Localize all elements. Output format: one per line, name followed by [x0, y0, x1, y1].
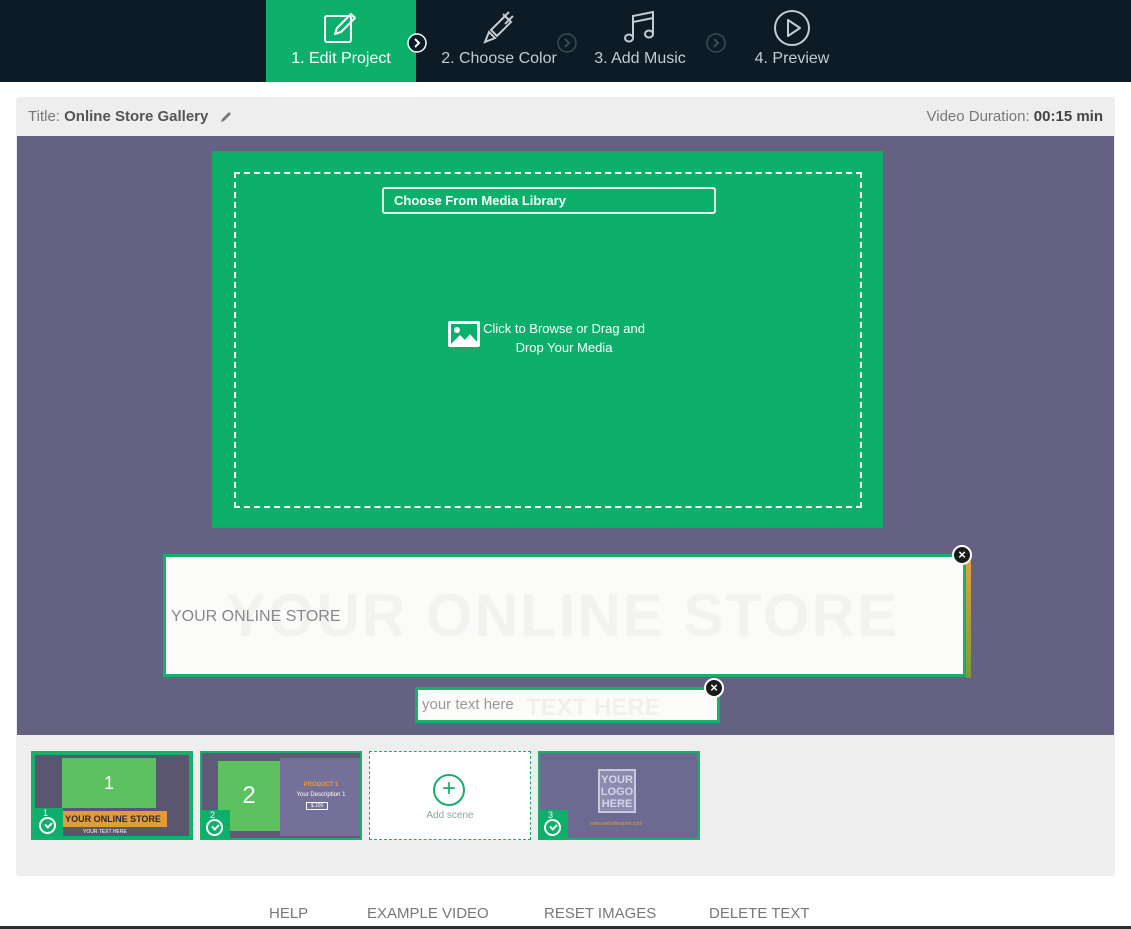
edit-icon — [324, 13, 356, 43]
add-scene-label: Add scene — [426, 810, 474, 821]
step-navigation: 1. Edit Project 2. Choose Color 3. Add M… — [0, 0, 1131, 82]
project-title[interactable]: Title: Online Store Gallery — [28, 108, 233, 125]
music-icon — [624, 10, 654, 43]
add-scene-button[interactable]: + Add scene — [369, 751, 531, 840]
image-icon — [448, 321, 480, 347]
product-price: $.100 — [306, 802, 328, 810]
step-preview[interactable]: 4. Preview — [730, 0, 854, 82]
step-choose-color[interactable]: 2. Choose Color — [420, 0, 578, 82]
scene-badge: 2 — [202, 810, 230, 838]
video-duration: Video Duration: 00:15 min — [927, 108, 1104, 125]
check-icon — [206, 819, 223, 836]
subtitle-text-value: your text here — [422, 696, 514, 713]
pencil-icon[interactable] — [219, 110, 233, 124]
media-drop-zone[interactable]: Choose From Media Library Click to Brows… — [212, 151, 883, 528]
play-icon — [774, 10, 810, 46]
step-label: 4. Preview — [754, 50, 830, 67]
chevron-right-icon — [557, 33, 577, 53]
panel-header: Title: Online Store Gallery Video Durati… — [16, 97, 1115, 136]
title-text-value: YOUR ONLINE STORE — [171, 608, 341, 625]
scene-thumbnail-3[interactable]: YOUR LOGO HERE www.websitename.com 3 — [538, 751, 700, 840]
close-icon[interactable]: × — [952, 545, 972, 565]
website-url: www.websitename.com — [590, 821, 643, 827]
scene-badge: 1 — [35, 808, 63, 836]
example-video-link[interactable]: EXAMPLE VIDEO — [367, 905, 489, 922]
subtitle-text-field[interactable]: TEXT HERE your text here — [415, 687, 720, 723]
help-link[interactable]: HELP — [269, 905, 308, 922]
scene-badge: 3 — [540, 810, 568, 838]
duration-value: 00:15 min — [1033, 108, 1103, 125]
step-label: 1. Edit Project — [291, 50, 391, 67]
product-name: PRODUCT 1 — [303, 782, 339, 788]
title-value: Online Store Gallery — [64, 108, 209, 125]
check-icon — [544, 819, 561, 836]
scene-stage: Choose From Media Library Click to Brows… — [17, 136, 1114, 735]
close-icon[interactable]: × — [704, 678, 724, 698]
logo-placeholder: YOUR LOGO HERE — [598, 769, 636, 813]
title-text-field[interactable]: YOUR ONLINE STORE YOUR ONLINE STORE — [163, 554, 971, 678]
reset-images-link[interactable]: RESET IMAGES — [544, 905, 656, 922]
product-card: PRODUCT 1 Your Description 1 $.100 — [280, 758, 360, 836]
choose-media-library-button[interactable]: Choose From Media Library — [382, 187, 716, 214]
drop-instructions: Click to Browse or Drag and Drop Your Me… — [483, 321, 645, 355]
check-icon — [39, 817, 56, 834]
title-label: Title: — [28, 108, 60, 125]
step-label: 3. Add Music — [594, 50, 686, 67]
product-description: Your Description 1 — [296, 792, 346, 798]
scene-media-block: 1 — [62, 758, 156, 808]
plus-icon: + — [433, 774, 465, 806]
step-label: 2. Choose Color — [441, 50, 557, 67]
brush-icon — [483, 11, 514, 44]
scene-subtext: YOUR TEXT HERE — [83, 829, 127, 835]
delete-text-link[interactable]: DELETE TEXT — [709, 905, 810, 922]
step-edit-project[interactable]: 1. Edit Project — [266, 0, 416, 82]
scene-thumbnail-1[interactable]: 1 YOUR ONLINE STORE YOUR TEXT HERE 1 — [31, 751, 193, 840]
duration-label: Video Duration: — [926, 108, 1030, 125]
step-add-music[interactable]: 3. Add Music — [580, 0, 700, 82]
color-stripe — [966, 561, 971, 678]
subtitle-text-preview: TEXT HERE — [526, 694, 661, 721]
scene-thumbnail-2[interactable]: PRODUCT 1 Your Description 1 $.100 2 2 — [200, 751, 362, 840]
chevron-right-icon — [706, 33, 726, 53]
scene-banner: YOUR ONLINE STORE — [59, 811, 167, 827]
